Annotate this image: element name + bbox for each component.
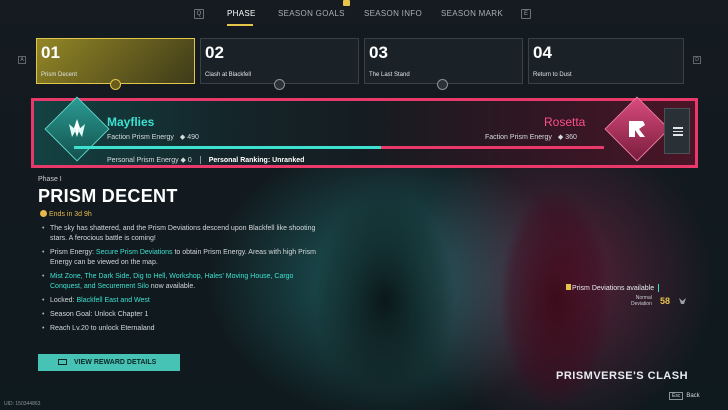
description-text: now available. (148, 283, 196, 290)
highlight-text: Blackfell East and West (76, 297, 150, 304)
deviation-availability: Prism Deviations available (566, 284, 660, 293)
user-id: UID: 150344863 (4, 401, 41, 407)
faction-balance-fill (74, 146, 382, 149)
ranking-list-button[interactable] (664, 108, 690, 154)
list-icon (673, 127, 683, 136)
notification-badge (343, 0, 350, 6)
key-hint-q: Q (194, 9, 204, 19)
normal-deviation-count: 58 (660, 296, 671, 306)
faction-energy-mayflies: Faction Prism Energy ◆ 490 (107, 133, 199, 141)
timer-text: Ends in 3d 9h (49, 211, 92, 218)
character-art-left (300, 170, 470, 410)
personal-energy-label: Personal Prism Energy (107, 157, 179, 164)
prism-icon: ◆ (179, 134, 186, 141)
back-label: Back (686, 393, 700, 399)
personal-ranking: Personal Ranking: Unranked (208, 157, 305, 164)
phase-marker-icon (437, 79, 448, 90)
description-item: Reach Lv.20 to unlock Eternaland (42, 324, 322, 334)
phase-name: Prism Decent (41, 72, 78, 78)
phase-marker-icon (110, 79, 121, 90)
tab-season-info[interactable]: SEASON INFO (364, 9, 422, 18)
phase-label: Phase I (38, 176, 62, 183)
faction-name-rosetta: Rosetta (544, 115, 586, 129)
tab-phase[interactable]: PHASE (227, 9, 256, 18)
description-item: Mist Zone, The Dark Side, Dig to Hell, W… (42, 272, 322, 292)
rosetta-emblem-icon (629, 121, 645, 137)
phase-card-04[interactable]: 04 Return to Dust (528, 38, 684, 84)
gift-icon (58, 359, 67, 365)
divider (199, 156, 201, 165)
phase-number: 03 (369, 43, 388, 62)
top-nav: Q PHASE SEASON GOALS SEASON INFO SEASON … (0, 0, 728, 28)
faction-energy-value: 490 (187, 134, 199, 141)
deviation-icon (566, 284, 571, 290)
key-hint-d: D (693, 56, 701, 64)
clock-icon (40, 210, 47, 217)
phase-number: 02 (205, 43, 224, 62)
normal-deviation-label: Normal Deviation (631, 295, 652, 307)
faction-balance-bar (74, 146, 604, 149)
description-text: Locked: (50, 297, 77, 304)
button-label: VIEW REWARD DETAILS (74, 359, 157, 366)
phase-name: The Last Stand (369, 72, 410, 78)
phase-card-02[interactable]: 02 Clash at Blackfell (200, 38, 359, 84)
view-reward-details-button[interactable]: VIEW REWARD DETAILS (38, 354, 180, 371)
description-text: Reach Lv.20 to unlock Eternaland (50, 325, 155, 332)
description-item: Prism Energy: Secure Prism Deviations to… (42, 248, 322, 268)
prism-icon: ◆ (557, 134, 564, 141)
personal-energy-value: 0 (187, 157, 192, 164)
phase-timer: Ends in 3d 9h (40, 210, 92, 218)
faction-name-mayflies: Mayflies (107, 115, 155, 129)
phase-number: 01 (41, 43, 60, 62)
description-text: The sky has shattered, and the Prism Dev… (50, 225, 316, 242)
faction-energy-value: 360 (565, 134, 577, 141)
faction-energy-rosetta: Faction Prism Energy ◆ 360 (485, 133, 577, 141)
faction-energy-label: Faction Prism Energy (107, 134, 174, 141)
phase-marker-icon (274, 79, 285, 90)
description-text: Season Goal: Unlock Chapter 1 (50, 311, 149, 318)
normal-label-line2: Deviation (631, 301, 652, 307)
faction-panel: Mayflies Faction Prism Energy ◆ 490 Rose… (31, 96, 698, 168)
prism-icon: ◆ (180, 157, 188, 164)
active-tab-underline (227, 24, 253, 26)
faction-energy-label: Faction Prism Energy (485, 134, 552, 141)
event-title: PRISMVERSE'S CLASH (556, 370, 689, 382)
phase-name: Return to Dust (533, 72, 572, 78)
description-item: Season Goal: Unlock Chapter 1 (42, 310, 322, 320)
phase-description-list: The sky has shattered, and the Prism Dev… (42, 224, 322, 338)
deviation-available-text: Prism Deviations available (572, 285, 655, 292)
tab-season-goals[interactable]: SEASON GOALS (278, 9, 345, 18)
description-text: Prism Energy: (50, 249, 96, 256)
esc-key-hint: Esc (669, 392, 684, 400)
key-hint-a: A (18, 56, 26, 64)
phase-number: 04 (533, 43, 552, 62)
back-button[interactable]: Esc Back (669, 392, 700, 400)
description-item: The sky has shattered, and the Prism Dev… (42, 224, 322, 244)
phase-card-01[interactable]: 01 Prism Decent (36, 38, 195, 84)
key-hint-e: E (521, 9, 531, 19)
personal-stats: Personal Prism Energy ◆ 0 Personal Ranki… (107, 156, 305, 165)
highlight-text: Secure Prism Deviations (95, 249, 173, 256)
phase-title: PRISM DECENT (38, 186, 178, 206)
phase-name: Clash at Blackfell (205, 72, 252, 78)
deviation-creature-icon (679, 298, 686, 304)
phase-card-03[interactable]: 03 The Last Stand (364, 38, 523, 84)
mayflies-emblem-icon (69, 119, 85, 137)
description-item: Locked: Blackfell East and West (42, 296, 322, 306)
divider (658, 284, 660, 293)
tab-season-mark[interactable]: SEASON MARK (441, 9, 503, 18)
